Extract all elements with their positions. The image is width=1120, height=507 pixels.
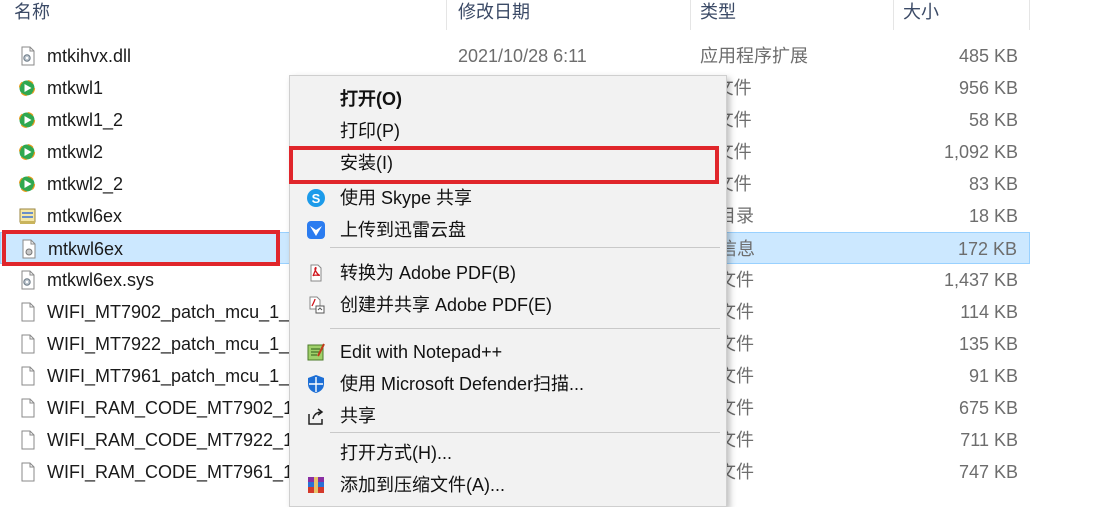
menu-item-open-with[interactable]: 打开方式(H)... bbox=[290, 437, 726, 469]
sys-file-icon bbox=[18, 270, 38, 290]
menu-item-label: 上传到迅雷云盘 bbox=[340, 220, 466, 240]
blank-file-icon bbox=[18, 366, 38, 386]
adobe-pdf-icon bbox=[306, 263, 326, 283]
file-name: WIFI_RAM_CODE_MT7902_1 bbox=[47, 398, 294, 418]
column-header-date[interactable]: 修改日期 bbox=[458, 0, 530, 26]
blank-file-icon bbox=[18, 430, 38, 450]
file-name: WIFI_MT7922_patch_mcu_1_ bbox=[47, 334, 290, 354]
menu-item-add-to-archive[interactable]: 添加到压缩文件(A)... bbox=[290, 469, 726, 501]
highlight-box-install bbox=[289, 146, 719, 184]
adobe-pdf-share-icon bbox=[306, 295, 326, 315]
defender-shield-icon bbox=[306, 374, 326, 394]
dll-file-icon bbox=[18, 46, 38, 66]
media-file-icon bbox=[18, 78, 38, 98]
menu-item-label: 使用 Skype 共享 bbox=[340, 188, 473, 208]
file-size: 91 KB bbox=[968, 366, 1018, 386]
file-name: mtkwl2 bbox=[47, 142, 104, 162]
file-name: WIFI_RAM_CODE_MT7922_1 bbox=[47, 430, 294, 450]
context-menu: 打开(O) 打印(P) 安装(I) S 使用 Skype 共享 上传到迅雷云盘 转换为 Ad… bbox=[289, 75, 727, 507]
file-name: mtkihvx.dll bbox=[47, 46, 132, 66]
column-header-size[interactable]: 大小 bbox=[903, 0, 939, 26]
column-header-type[interactable]: 类型 bbox=[700, 0, 736, 26]
column-header-bar: 名称 修改日期 类型 大小 bbox=[0, 0, 1120, 34]
file-size: 1,092 KB bbox=[943, 142, 1018, 162]
file-size: 135 KB bbox=[958, 334, 1018, 354]
file-size: 485 KB bbox=[958, 46, 1018, 66]
media-file-icon bbox=[18, 110, 38, 130]
column-divider[interactable] bbox=[1029, 0, 1030, 30]
file-size: 711 KB bbox=[960, 430, 1018, 450]
menu-item-label: 创建并共享 Adobe PDF(E) bbox=[340, 295, 553, 315]
file-name: WIFI_RAM_CODE_MT7961_1 bbox=[47, 462, 294, 482]
file-name: WIFI_MT7961_patch_mcu_1_ bbox=[47, 366, 290, 386]
menu-separator bbox=[330, 432, 720, 433]
column-header-name[interactable]: 名称 bbox=[14, 0, 50, 26]
menu-item-label: 打印(P) bbox=[340, 121, 400, 141]
file-name: mtkwl1_2 bbox=[47, 110, 124, 130]
column-divider[interactable] bbox=[446, 0, 447, 30]
winrar-icon bbox=[306, 475, 326, 495]
file-size: 747 KB bbox=[958, 462, 1018, 482]
svg-text:S: S bbox=[312, 191, 321, 206]
file-size: 675 KB bbox=[958, 398, 1018, 418]
media-file-icon bbox=[18, 174, 38, 194]
menu-item-label: Edit with Notepad++ bbox=[340, 342, 503, 362]
file-size: 172 KB bbox=[957, 239, 1017, 259]
file-size: 1,437 KB bbox=[943, 270, 1018, 290]
share-icon bbox=[306, 406, 326, 426]
skype-icon: S bbox=[306, 188, 326, 208]
menu-item-open[interactable]: 打开(O) bbox=[290, 83, 726, 115]
file-date: 2021/10/28 6:11 bbox=[458, 46, 587, 66]
file-size: 114 KB bbox=[960, 302, 1018, 322]
xunlei-cloud-icon bbox=[306, 220, 326, 240]
menu-item-label: 转换为 Adobe PDF(B) bbox=[340, 263, 517, 283]
menu-separator bbox=[330, 247, 720, 248]
menu-item-xunlei-upload[interactable]: 上传到迅雷云盘 bbox=[290, 214, 726, 246]
blank-file-icon bbox=[18, 462, 38, 482]
menu-item-print[interactable]: 打印(P) bbox=[290, 115, 726, 147]
catalog-file-icon bbox=[18, 206, 38, 226]
file-size: 956 KB bbox=[958, 78, 1018, 98]
file-size: 83 KB bbox=[968, 174, 1018, 194]
menu-item-create-share-pdf[interactable]: 创建并共享 Adobe PDF(E) bbox=[290, 289, 726, 321]
menu-separator bbox=[330, 328, 720, 329]
media-file-icon bbox=[18, 142, 38, 162]
file-row[interactable]: mtkihvx.dll 2021/10/28 6:11 应用程序扩展 485 KB bbox=[0, 40, 1030, 72]
menu-item-label: 添加到压缩文件(A)... bbox=[340, 475, 505, 495]
highlight-box-selected-file bbox=[2, 230, 280, 266]
menu-item-label: 使用 Microsoft Defender扫描... bbox=[340, 374, 585, 394]
file-name: WIFI_MT7902_patch_mcu_1_ bbox=[47, 302, 290, 322]
file-name: mtkwl6ex bbox=[47, 206, 123, 226]
menu-item-label: 共享 bbox=[340, 406, 376, 426]
menu-item-share[interactable]: 共享 bbox=[290, 400, 726, 432]
menu-item-label: 打开(O) bbox=[340, 89, 402, 109]
file-name: mtkwl6ex.sys bbox=[47, 270, 155, 290]
notepad-plus-plus-icon bbox=[306, 342, 326, 362]
menu-item-notepad-plus-plus[interactable]: Edit with Notepad++ bbox=[290, 336, 726, 368]
file-size: 58 KB bbox=[968, 110, 1018, 130]
column-divider[interactable] bbox=[690, 0, 691, 30]
menu-item-label: 打开方式(H)... bbox=[340, 443, 452, 463]
blank-file-icon bbox=[18, 398, 38, 418]
file-name: mtkwl1 bbox=[47, 78, 104, 98]
menu-item-defender-scan[interactable]: 使用 Microsoft Defender扫描... bbox=[290, 368, 726, 400]
file-name: mtkwl2_2 bbox=[47, 174, 124, 194]
menu-item-skype-share[interactable]: S 使用 Skype 共享 bbox=[290, 182, 726, 214]
file-type: 应用程序扩展 bbox=[700, 46, 808, 66]
menu-item-convert-pdf[interactable]: 转换为 Adobe PDF(B) bbox=[290, 257, 726, 289]
blank-file-icon bbox=[18, 302, 38, 322]
file-size: 18 KB bbox=[968, 206, 1018, 226]
column-divider[interactable] bbox=[893, 0, 894, 30]
blank-file-icon bbox=[18, 334, 38, 354]
